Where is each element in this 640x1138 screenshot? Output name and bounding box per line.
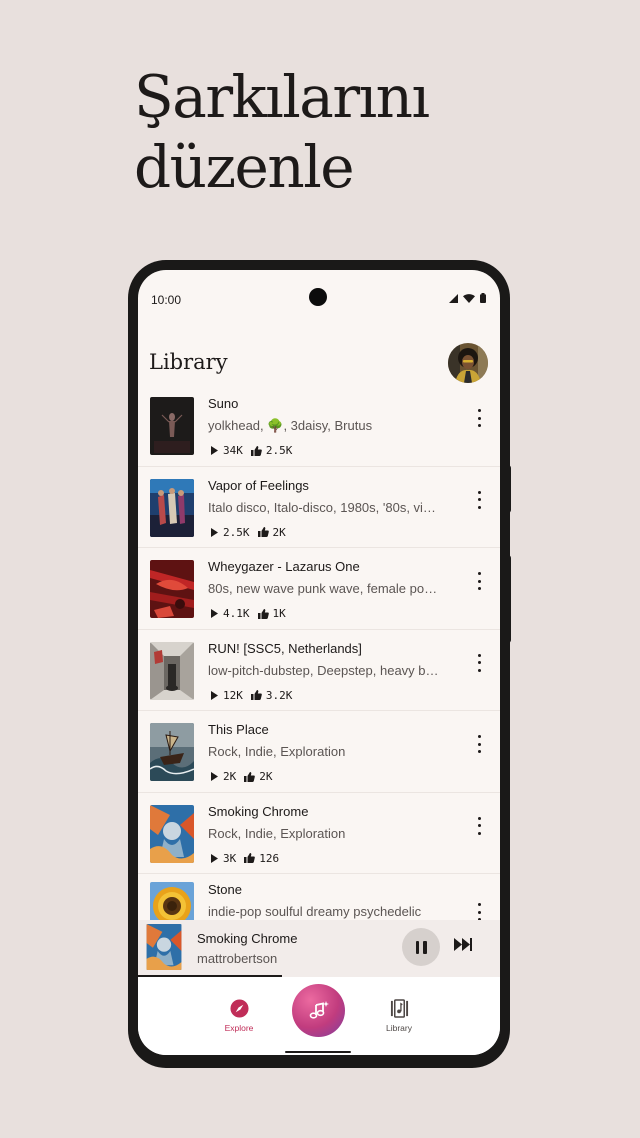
more-options-icon[interactable] — [475, 903, 483, 921]
signal-icon — [449, 293, 458, 303]
play-count-icon — [211, 853, 218, 863]
play-count: 4.1K — [223, 607, 250, 620]
play-count: 3K — [223, 851, 237, 865]
song-row[interactable]: Suno yolkhead, 🌳, 3daisy, Brutus 34K 2.5… — [138, 385, 500, 467]
song-title: Wheygazer - Lazarus One — [208, 559, 360, 574]
song-tags: Rock, Indie, Exploration — [208, 744, 346, 759]
song-tags: yolkhead, 🌳, 3daisy, Brutus — [208, 418, 373, 433]
song-stats: 2K 2K — [210, 770, 281, 783]
skip-next-icon[interactable] — [454, 938, 472, 951]
thumbs-up-icon — [257, 608, 269, 619]
more-options-icon[interactable] — [475, 816, 483, 835]
play-count-icon — [211, 609, 218, 618]
thumbs-up-icon — [257, 527, 269, 537]
gesture-handle — [285, 1051, 351, 1053]
song-stats: 2.5K 2K — [210, 526, 294, 539]
more-options-icon[interactable] — [475, 572, 483, 590]
song-title: Vapor of Feelings — [208, 477, 309, 493]
song-title: Smoking Chrome — [208, 803, 309, 819]
like-count: 126 — [259, 851, 280, 865]
thumbs-up-icon — [244, 853, 256, 863]
song-row[interactable]: Vapor of Feelings Italo disco, Italo-dis… — [138, 467, 500, 548]
library-title: Library — [149, 350, 228, 374]
like-count: 2.5K — [265, 444, 293, 457]
play-count: 12K — [223, 688, 243, 702]
thumbs-up-icon — [244, 771, 256, 782]
play-count-icon — [211, 690, 218, 700]
headline: Şarkılarını düzenle — [134, 62, 430, 202]
song-tags: low-pitch-dubstep, Deepstep, heavy b… — [208, 662, 439, 678]
play-count: 2K — [223, 770, 237, 783]
status-time: 10:00 — [151, 293, 182, 307]
song-tags: 80s, new wave punk wave, female po… — [208, 581, 438, 596]
pause-icon — [415, 940, 419, 954]
power-button — [506, 465, 511, 513]
library-icon — [390, 999, 408, 1018]
song-title: Stone — [208, 882, 242, 897]
play-count-icon — [211, 446, 218, 455]
create-song-button[interactable] — [292, 984, 345, 1037]
now-playing-artist: mattrobertson — [197, 951, 278, 966]
like-count: 2K — [272, 525, 286, 539]
more-options-icon[interactable] — [475, 409, 483, 427]
phone-frame: 10:00 Library Suno yolkhead, 🌳, 3daisy, … — [128, 260, 511, 1068]
thumbs-up-icon — [250, 445, 262, 456]
headline-line-1: Şarkılarını — [134, 63, 430, 131]
bottom-navigation: Explore Library — [138, 977, 500, 1055]
profile-avatar[interactable] — [448, 343, 488, 383]
wifi-icon — [463, 293, 475, 303]
camera-punch-hole — [309, 288, 327, 306]
song-row[interactable]: This Place Rock, Indie, Exploration 2K 2… — [138, 711, 500, 793]
song-stats: 12K 3.2K — [210, 689, 300, 702]
song-list: Suno yolkhead, 🌳, 3daisy, Brutus 34K 2.5… — [138, 385, 500, 956]
song-row[interactable]: Wheygazer - Lazarus One 80s, new wave pu… — [138, 548, 500, 630]
song-cover — [150, 804, 194, 863]
nav-library-label: Library — [386, 1023, 412, 1033]
more-options-icon[interactable] — [475, 490, 483, 509]
more-options-icon[interactable] — [475, 653, 483, 672]
song-title: Suno — [208, 396, 239, 411]
song-stats: 4.1K 1K — [210, 607, 294, 620]
play-count-icon — [211, 772, 218, 781]
song-title: This Place — [208, 722, 269, 737]
song-tags: Italo disco, Italo-disco, 1980s, '80s, v… — [208, 499, 436, 515]
play-count: 2.5K — [223, 525, 250, 539]
pause-button[interactable] — [402, 928, 440, 966]
song-tags: indie-pop soulful dreamy psychedelic — [208, 904, 422, 919]
play-count: 34K — [223, 444, 243, 457]
song-row[interactable]: RUN! [SSC5, Netherlands] low-pitch-dubst… — [138, 630, 500, 711]
song-stats: 3K 126 — [210, 852, 287, 865]
now-playing-title: Smoking Chrome — [197, 931, 298, 946]
like-count: 2K — [259, 770, 273, 783]
song-title: RUN! [SSC5, Netherlands] — [208, 640, 362, 656]
volume-button — [506, 555, 511, 643]
song-cover — [150, 478, 194, 537]
play-count-icon — [211, 527, 218, 537]
nav-explore[interactable]: Explore — [209, 999, 269, 1033]
mini-player[interactable]: Smoking Chrome mattrobertson — [138, 920, 500, 977]
phone-screen: 10:00 Library Suno yolkhead, 🌳, 3daisy, … — [138, 270, 500, 1055]
nav-library[interactable]: Library — [369, 999, 429, 1033]
status-bar: 10:00 — [138, 270, 500, 314]
song-cover — [150, 723, 194, 781]
like-count: 3.2K — [265, 688, 293, 702]
more-options-icon[interactable] — [475, 735, 483, 753]
like-count: 1K — [272, 607, 286, 620]
battery-icon — [480, 293, 486, 303]
song-tags: Rock, Indie, Exploration — [208, 825, 346, 841]
song-cover — [150, 560, 194, 618]
headline-line-2: düzenle — [134, 133, 355, 201]
music-sparkle-icon — [309, 1000, 329, 1019]
song-stats: 34K 2.5K — [210, 444, 300, 457]
compass-icon — [229, 999, 249, 1018]
thumbs-up-icon — [250, 690, 262, 700]
now-playing-cover — [146, 924, 182, 970]
status-icons — [449, 293, 486, 303]
song-cover — [150, 397, 194, 455]
nav-explore-label: Explore — [224, 1023, 254, 1033]
song-cover — [150, 641, 194, 700]
song-row[interactable]: Smoking Chrome Rock, Indie, Exploration … — [138, 793, 500, 874]
